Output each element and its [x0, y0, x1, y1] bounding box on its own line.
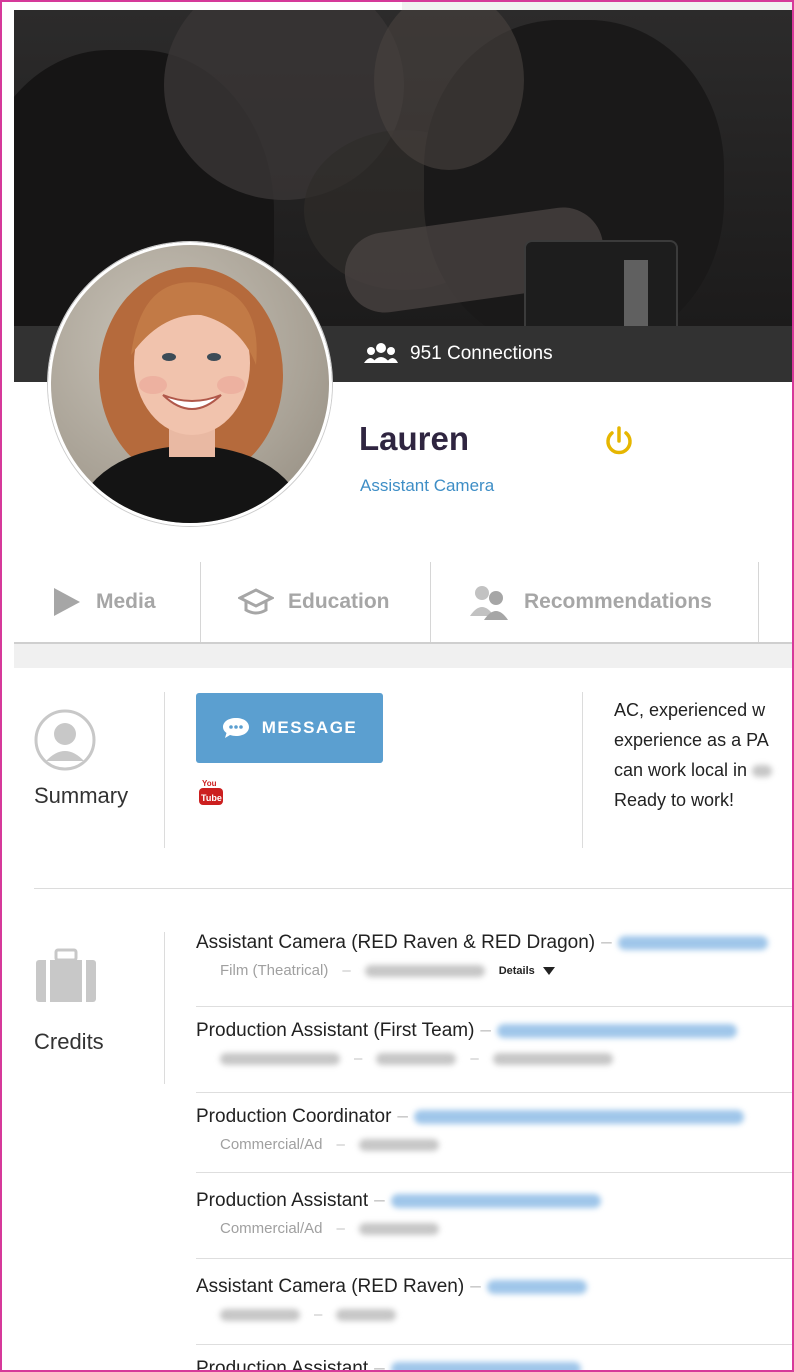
summary-text: AC, experienced w experience as a PA can…	[614, 695, 773, 815]
credit-title: Production Assistant (First Team)	[196, 1020, 475, 1041]
top-strip	[402, 2, 792, 10]
credit-sub: Commercial/Ad	[220, 1220, 323, 1237]
message-button[interactable]: MESSAGE	[196, 693, 383, 763]
youtube-icon[interactable]: You Tube	[197, 777, 227, 807]
credit-title: Production Assistant	[196, 1358, 369, 1372]
summary-line: can work local in	[614, 755, 773, 785]
play-icon	[54, 588, 80, 616]
svg-text:You: You	[202, 779, 217, 788]
tab-education-label: Education	[288, 590, 390, 613]
group-icon	[364, 343, 398, 363]
summary-line: AC, experienced w	[614, 700, 766, 720]
credit-title: Production Assistant	[196, 1190, 369, 1211]
profile-role[interactable]: Assistant Camera	[360, 476, 494, 496]
tab-education[interactable]: Education	[238, 562, 390, 642]
tab-media-label: Media	[96, 590, 156, 613]
graduation-cap-icon	[238, 588, 274, 615]
credit-item[interactable]: Production Assistant –	[196, 1358, 792, 1372]
avatar	[48, 242, 332, 526]
profile-tabs: Media Education Recommendations	[14, 562, 792, 644]
power-icon[interactable]	[602, 424, 636, 458]
credits-label: Credits	[34, 1029, 104, 1054]
credit-sub: Commercial/Ad	[220, 1136, 323, 1153]
profile-circle-icon	[34, 709, 96, 771]
credit-title: Production Coordinator	[196, 1106, 392, 1127]
message-button-label: MESSAGE	[261, 718, 358, 737]
credit-item[interactable]: Production Assistant – Commercial/Ad –	[196, 1190, 792, 1237]
profile-page: 951 Connections Lauren Assistant Camera	[0, 0, 794, 1372]
credit-title: Assistant Camera (RED Raven)	[196, 1276, 465, 1297]
briefcase-icon	[36, 948, 96, 1002]
credit-item[interactable]: Production Assistant (First Team) – – –	[196, 1020, 792, 1067]
svg-text:Tube: Tube	[201, 793, 222, 803]
credit-item[interactable]: Assistant Camera (RED Raven & RED Dragon…	[196, 932, 792, 979]
credit-sub: Film (Theatrical)	[220, 962, 329, 979]
credit-item[interactable]: Production Coordinator – Commercial/Ad –	[196, 1106, 792, 1153]
details-toggle[interactable]: Details	[499, 965, 535, 977]
caret-down-icon[interactable]	[542, 966, 555, 976]
chat-icon	[222, 718, 249, 738]
summary-line: experience as a PA	[614, 730, 769, 750]
divider	[34, 888, 792, 889]
credit-item[interactable]: Assistant Camera (RED Raven) – –	[196, 1276, 792, 1323]
connections-count: 951 Connections	[410, 343, 553, 364]
section-separator	[14, 644, 792, 668]
connections-link[interactable]: 951 Connections	[364, 339, 553, 369]
tab-media[interactable]: Media	[50, 562, 156, 642]
summary-line: Ready to work!	[614, 790, 735, 810]
credit-title: Assistant Camera (RED Raven & RED Dragon…	[196, 932, 596, 953]
tab-recommendations[interactable]: Recommendations	[468, 562, 712, 642]
people-icon	[470, 586, 508, 620]
tab-recommendations-label: Recommendations	[524, 590, 712, 613]
summary-label: Summary	[34, 783, 129, 808]
profile-name: Lauren	[359, 420, 470, 457]
